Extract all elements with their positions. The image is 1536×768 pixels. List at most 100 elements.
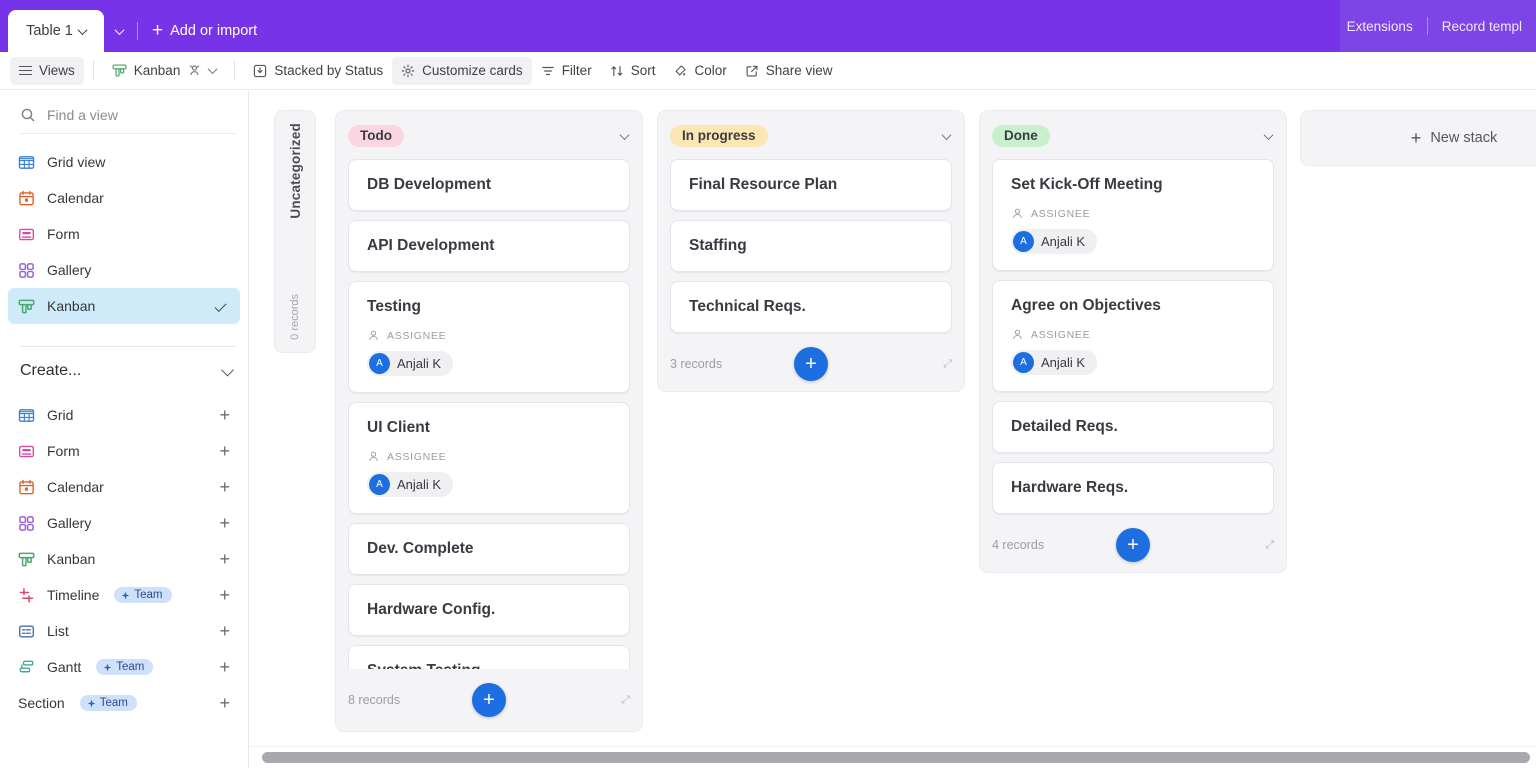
stack-uncategorized[interactable]: Uncategorized 0 records bbox=[274, 110, 316, 353]
assignee-chip[interactable]: A Anjali K bbox=[1011, 229, 1097, 254]
filter-icon bbox=[541, 64, 555, 78]
assignee-name: Anjali K bbox=[1041, 234, 1085, 249]
avatar: A bbox=[1013, 352, 1034, 373]
add-icon[interactable]: + bbox=[219, 406, 230, 424]
assignee-chip[interactable]: A Anjali K bbox=[1011, 350, 1097, 375]
assignee-field-label: ASSIGNEE bbox=[367, 329, 611, 342]
current-view-button[interactable]: Kanban bbox=[103, 57, 226, 85]
kanban-card[interactable]: System Testing bbox=[348, 645, 630, 669]
kanban-card[interactable]: Agree on Objectives ASSIGNEE A Anjali K bbox=[992, 280, 1274, 392]
customize-cards-button[interactable]: Customize cards bbox=[392, 57, 532, 85]
create-item-calendar[interactable]: Calendar + bbox=[8, 469, 240, 505]
team-badge-label: Team bbox=[134, 589, 162, 601]
kanban-icon bbox=[18, 298, 35, 315]
kanban-card[interactable]: API Development bbox=[348, 220, 630, 272]
stacked-by-button[interactable]: Stacked by Status bbox=[244, 57, 392, 85]
kanban-card[interactable]: Detailed Reqs. bbox=[992, 401, 1274, 453]
add-icon[interactable]: + bbox=[219, 694, 230, 712]
gantt-icon bbox=[18, 659, 35, 676]
add-icon[interactable]: + bbox=[219, 658, 230, 676]
kanban-card[interactable]: Hardware Reqs. bbox=[992, 462, 1274, 514]
kanban-card[interactable]: Technical Reqs. bbox=[670, 281, 952, 333]
expand-icon[interactable]: ⤢ bbox=[621, 694, 630, 707]
add-icon[interactable]: + bbox=[219, 622, 230, 640]
card-title: Detailed Reqs. bbox=[1011, 418, 1255, 436]
add-icon[interactable]: + bbox=[219, 586, 230, 604]
stack-todo: Todo DB Development API Development Test… bbox=[335, 110, 643, 732]
hamburger-icon bbox=[19, 66, 32, 76]
add-icon[interactable]: + bbox=[219, 514, 230, 532]
create-item-timeline[interactable]: Timeline Team + bbox=[8, 577, 240, 613]
table-list-dropdown[interactable] bbox=[104, 10, 135, 52]
sort-button[interactable]: Sort bbox=[601, 57, 665, 85]
chevron-down-icon[interactable] bbox=[620, 130, 630, 140]
create-item-gallery[interactable]: Gallery + bbox=[8, 505, 240, 541]
chevron-down-icon[interactable] bbox=[77, 25, 87, 35]
add-record-button[interactable]: + bbox=[472, 683, 506, 717]
add-record-button[interactable]: + bbox=[1116, 528, 1150, 562]
person-icon bbox=[367, 450, 380, 463]
stack-card-list: Set Kick-Off Meeting ASSIGNEE A Anjali K bbox=[992, 159, 1274, 514]
add-icon[interactable]: + bbox=[219, 478, 230, 496]
create-section-header[interactable]: Create... bbox=[20, 347, 232, 395]
kanban-card[interactable]: UI Client ASSIGNEE A Anjali K bbox=[348, 402, 630, 514]
kanban-icon bbox=[112, 63, 127, 78]
add-icon[interactable]: + bbox=[219, 550, 230, 568]
kanban-card[interactable]: Testing ASSIGNEE A Anjali K bbox=[348, 281, 630, 393]
views-label: Views bbox=[39, 63, 75, 78]
horizontal-scrollbar-track[interactable] bbox=[250, 746, 1536, 768]
create-item-list[interactable]: List + bbox=[8, 613, 240, 649]
add-icon[interactable]: + bbox=[219, 442, 230, 460]
sidebar-item-gallery[interactable]: Gallery bbox=[8, 252, 240, 288]
views-button[interactable]: Views bbox=[10, 57, 84, 85]
share-view-button[interactable]: Share view bbox=[736, 57, 842, 85]
grid-icon bbox=[18, 407, 35, 424]
assignee-chip[interactable]: A Anjali K bbox=[367, 351, 453, 376]
extensions-button[interactable]: Extensions bbox=[1333, 19, 1427, 34]
top-bar-links: Extensions Record templ bbox=[1333, 0, 1536, 52]
gear-icon bbox=[401, 64, 415, 78]
create-item-kanban[interactable]: Kanban + bbox=[8, 541, 240, 577]
chevron-down-icon[interactable] bbox=[942, 130, 952, 140]
find-a-view-search[interactable]: Find a view bbox=[20, 107, 236, 134]
color-button[interactable]: Color bbox=[664, 57, 735, 85]
create-item-form[interactable]: Form + bbox=[8, 433, 240, 469]
card-title: Staffing bbox=[689, 237, 933, 255]
filter-button[interactable]: Filter bbox=[532, 57, 601, 85]
chevron-down-icon[interactable] bbox=[1264, 130, 1274, 140]
new-stack-button[interactable]: + New stack bbox=[1300, 110, 1536, 166]
card-title: Technical Reqs. bbox=[689, 298, 933, 316]
sidebar-item-calendar[interactable]: Calendar bbox=[8, 180, 240, 216]
top-bar: Table 1 + Add or import Extensions Recor… bbox=[0, 0, 1536, 52]
kanban-card[interactable]: Hardware Config. bbox=[348, 584, 630, 636]
record-template-button[interactable]: Record templ bbox=[1428, 19, 1536, 34]
chevron-down-icon[interactable] bbox=[208, 64, 218, 74]
table-tab[interactable]: Table 1 bbox=[8, 10, 104, 52]
sidebar-item-kanban[interactable]: Kanban bbox=[8, 288, 240, 324]
sidebar-item-form[interactable]: Form bbox=[8, 216, 240, 252]
kanban-card[interactable]: Set Kick-Off Meeting ASSIGNEE A Anjali K bbox=[992, 159, 1274, 271]
kanban-card[interactable]: DB Development bbox=[348, 159, 630, 211]
add-record-button[interactable]: + bbox=[794, 347, 828, 381]
person-icon bbox=[367, 329, 380, 342]
sidebar-item-grid-view[interactable]: Grid view bbox=[8, 144, 240, 180]
assignee-chip[interactable]: A Anjali K bbox=[367, 472, 453, 497]
chevron-down-icon[interactable] bbox=[221, 363, 234, 376]
add-or-import-button[interactable]: + Add or import bbox=[140, 10, 269, 52]
expand-icon[interactable]: ⤢ bbox=[943, 358, 952, 371]
create-item-label: Section bbox=[18, 695, 65, 711]
create-item-grid[interactable]: Grid + bbox=[8, 397, 240, 433]
assignee-field-label: ASSIGNEE bbox=[1011, 328, 1255, 341]
horizontal-scrollbar-thumb[interactable] bbox=[262, 752, 1530, 763]
assignee-field-label: ASSIGNEE bbox=[1011, 207, 1255, 220]
expand-icon[interactable]: ⤢ bbox=[1265, 539, 1274, 552]
divider bbox=[137, 22, 138, 40]
kanban-card[interactable]: Final Resource Plan bbox=[670, 159, 952, 211]
create-item-section[interactable]: Section Team + bbox=[8, 685, 240, 721]
kanban-card[interactable]: Dev. Complete bbox=[348, 523, 630, 575]
kanban-card[interactable]: Staffing bbox=[670, 220, 952, 272]
create-item-gantt[interactable]: Gantt Team + bbox=[8, 649, 240, 685]
person-icon bbox=[1011, 328, 1024, 341]
status-badge: In progress bbox=[670, 125, 768, 147]
team-badge: Team bbox=[96, 659, 153, 675]
